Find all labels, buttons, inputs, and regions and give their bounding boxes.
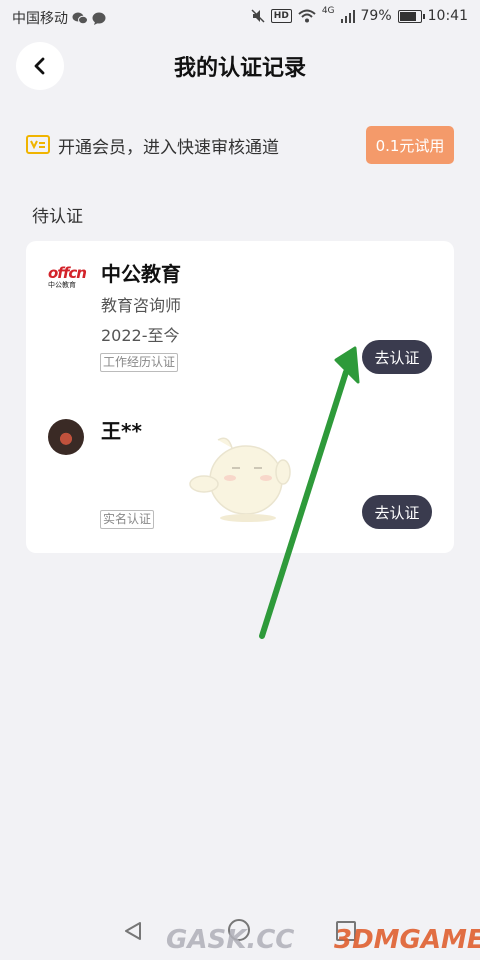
avatar [48, 419, 84, 455]
user-name: 王** [101, 419, 142, 443]
vip-promo-text: 开通会员，进入快速审核通道 [58, 138, 279, 158]
cert-type-tag: 实名认证 [100, 510, 155, 529]
page-title: 我的认证记录 [173, 56, 306, 81]
trial-button[interactable]: 0.1元试用 [366, 126, 454, 164]
cert-type-tag: 工作经历认证 [100, 353, 179, 372]
watermark-left: GASK.CC [166, 925, 295, 955]
logo-wordmark: offcn [48, 264, 87, 282]
vip-card-icon [26, 135, 50, 154]
record-item-work: offcn 中公教育 中公教育 教育咨询师 2022-至今 工作经历认证 去认证 [26, 241, 454, 391]
logo-subtext: 中公教育 [48, 281, 76, 289]
status-bar: 中国移动 HD 4G 79% 10:41 [0, 0, 480, 34]
wechat-icon [72, 12, 88, 24]
verify-button[interactable]: 去认证 [362, 495, 432, 529]
status-right: HD 4G 79% 10:41 [251, 6, 468, 24]
clock: 10:41 [427, 8, 468, 24]
company-logo: offcn 中公教育 [48, 264, 87, 295]
wifi-icon [298, 9, 316, 23]
verify-button[interactable]: 去认证 [362, 340, 432, 374]
watermark-right: 3DMGAME [334, 925, 480, 955]
work-period: 2022-至今 [101, 326, 180, 345]
battery-percent: 79% [360, 8, 392, 24]
battery-icon [397, 9, 425, 23]
company-name: 中公教育 [101, 262, 181, 286]
nav-back-icon[interactable] [124, 921, 142, 941]
carrier-label: 中国移动 [12, 11, 68, 27]
signal-icon [340, 9, 355, 23]
mascot-watermark-icon [189, 437, 291, 522]
section-title-pending: 待认证 [32, 207, 83, 227]
vip-banner[interactable]: 开通会员，进入快速审核通道 0.1元试用 [24, 124, 456, 166]
mute-icon [251, 9, 265, 23]
message-icon [92, 12, 106, 25]
hd-badge: HD [270, 9, 292, 23]
header: 我的认证记录 [0, 38, 480, 94]
system-nav-bar: GASK.CC 3DMGAME [0, 905, 480, 960]
job-position: 教育咨询师 [101, 296, 182, 315]
network-type: 4G [321, 6, 335, 16]
status-left: 中国移动 [12, 8, 106, 28]
